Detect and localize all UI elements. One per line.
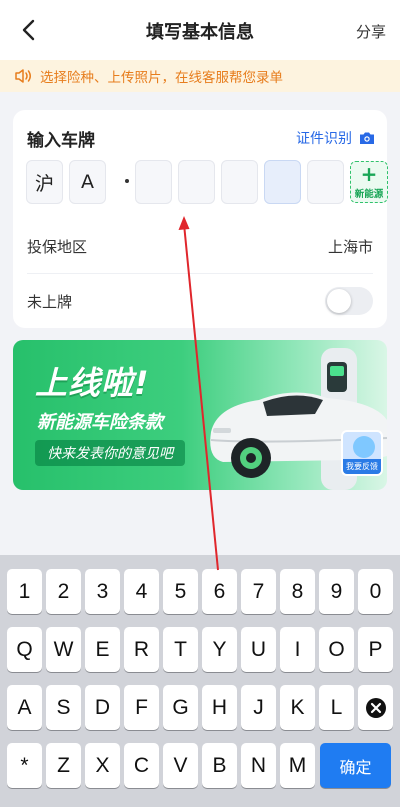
- key-1[interactable]: 1: [7, 569, 42, 614]
- new-energy-label: 新能源: [354, 188, 384, 200]
- speaker-icon: [15, 69, 31, 83]
- key-m[interactable]: M: [280, 743, 315, 788]
- key-t[interactable]: T: [163, 627, 198, 672]
- delete-key[interactable]: [358, 685, 393, 730]
- key-s[interactable]: S: [46, 685, 81, 730]
- plate-info-card: 输入车牌 证件识别 沪 A + 新能源 投保地区 上海市 未上牌: [13, 110, 388, 328]
- confirm-button[interactable]: 确定: [320, 743, 391, 788]
- feedback-label: 我要反馈: [343, 459, 381, 474]
- plate-char-box-4[interactable]: [264, 160, 301, 204]
- camera-icon: [360, 132, 374, 144]
- key-g[interactable]: G: [163, 685, 198, 730]
- key-6[interactable]: 6: [202, 569, 237, 614]
- key-w[interactable]: W: [46, 627, 81, 672]
- key-l[interactable]: L: [319, 685, 354, 730]
- unregistered-toggle[interactable]: [325, 287, 373, 315]
- key-0[interactable]: 0: [358, 569, 393, 614]
- key-d[interactable]: D: [85, 685, 120, 730]
- backspace-icon: [365, 697, 386, 718]
- key-v[interactable]: V: [163, 743, 198, 788]
- toggle-knob: [327, 289, 351, 313]
- id-scan-label: 证件识别: [296, 131, 352, 147]
- key-2[interactable]: 2: [46, 569, 81, 614]
- key-e[interactable]: E: [85, 627, 120, 672]
- plate-input-row: 沪 A + 新能源: [26, 160, 388, 204]
- region-row[interactable]: 投保地区 上海市: [27, 220, 373, 274]
- banner-pill: 快来发表你的意见吧: [35, 440, 185, 466]
- key-asterisk[interactable]: *: [7, 743, 42, 788]
- key-c[interactable]: C: [124, 743, 159, 788]
- key-j[interactable]: J: [241, 685, 276, 730]
- plate-char-box-5[interactable]: [307, 160, 344, 204]
- key-9[interactable]: 9: [319, 569, 354, 614]
- share-button[interactable]: 分享: [356, 21, 386, 42]
- key-u[interactable]: U: [241, 627, 276, 672]
- plate-char-box-2[interactable]: [178, 160, 215, 204]
- unregistered-row: 未上牌: [27, 274, 373, 328]
- key-z[interactable]: Z: [46, 743, 81, 788]
- plate-province-box[interactable]: 沪: [26, 160, 63, 204]
- key-f[interactable]: F: [124, 685, 159, 730]
- key-p[interactable]: P: [358, 627, 393, 672]
- unregistered-label: 未上牌: [27, 292, 73, 311]
- key-k[interactable]: K: [280, 685, 315, 730]
- notice-bar[interactable]: 选择险种、上传照片，在线客服帮您录单: [0, 60, 400, 92]
- region-value: 上海市: [327, 238, 373, 256]
- key-n[interactable]: N: [241, 743, 276, 788]
- key-o[interactable]: O: [319, 627, 354, 672]
- plate-keyboard: 1 2 3 4 5 6 7 8 9 0 Q W E R T Y U I O P …: [0, 555, 400, 807]
- key-y[interactable]: Y: [202, 627, 237, 672]
- region-label: 投保地区: [27, 238, 88, 256]
- page-title: 填写基本信息: [146, 22, 254, 43]
- new-energy-box[interactable]: + 新能源: [350, 161, 388, 203]
- key-8[interactable]: 8: [280, 569, 315, 614]
- id-scan-button[interactable]: 证件识别: [296, 128, 375, 148]
- plate-char-box-1[interactable]: [135, 160, 172, 204]
- feedback-button[interactable]: 我要反馈: [341, 430, 383, 476]
- key-x[interactable]: X: [85, 743, 120, 788]
- promo-banner[interactable]: 上线啦! 新能源车险条款 快来发表你的意见吧 我要反馈: [13, 340, 387, 490]
- key-q[interactable]: Q: [7, 627, 42, 672]
- banner-subtitle: 新能源车险条款: [37, 412, 163, 433]
- key-b[interactable]: B: [202, 743, 237, 788]
- key-7[interactable]: 7: [241, 569, 276, 614]
- key-r[interactable]: R: [124, 627, 159, 672]
- mascot-icon: [353, 436, 375, 458]
- plate-char-box-3[interactable]: [221, 160, 258, 204]
- plate-letter-box[interactable]: A: [69, 160, 106, 204]
- key-a[interactable]: A: [7, 685, 42, 730]
- key-5[interactable]: 5: [163, 569, 198, 614]
- notice-text: 选择险种、上传照片，在线客服帮您录单: [40, 70, 283, 86]
- key-i[interactable]: I: [280, 627, 315, 672]
- key-4[interactable]: 4: [124, 569, 159, 614]
- banner-title: 上线啦!: [35, 364, 150, 402]
- plus-icon: +: [360, 161, 378, 186]
- plate-separator-dot: [125, 179, 129, 183]
- top-nav-bar: 填写基本信息 分享: [0, 0, 400, 60]
- plate-section-title: 输入车牌: [27, 131, 95, 151]
- key-3[interactable]: 3: [85, 569, 120, 614]
- key-h[interactable]: H: [202, 685, 237, 730]
